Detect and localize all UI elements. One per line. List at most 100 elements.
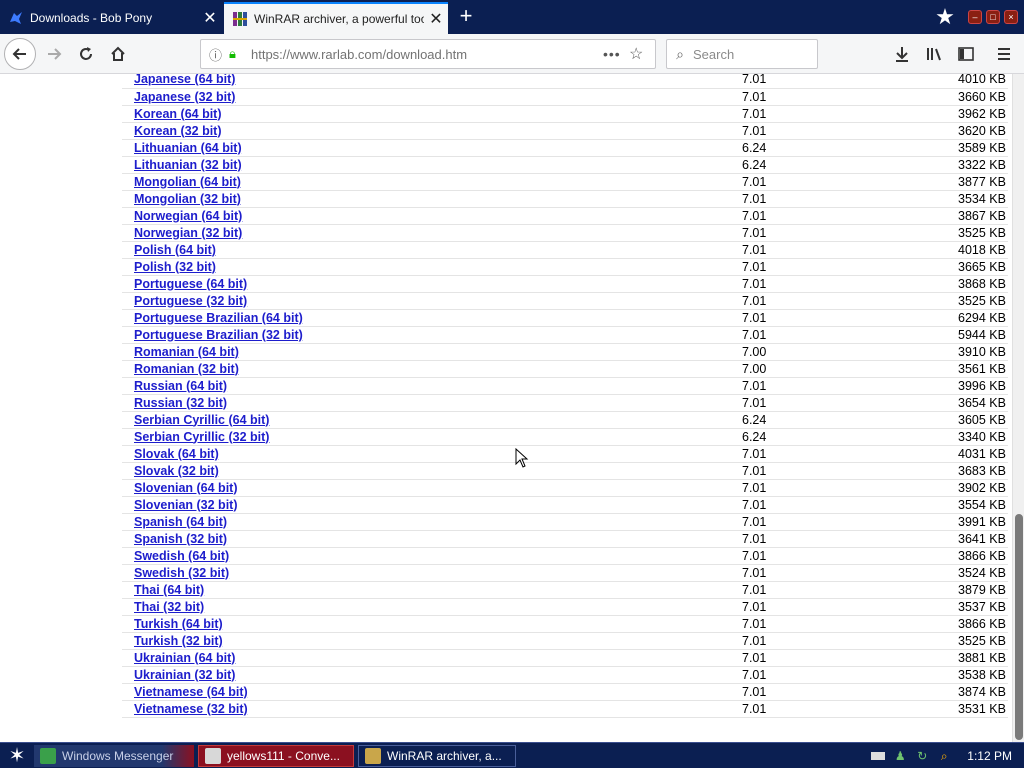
tab-downloads-bob-pony[interactable]: Downloads - Bob Pony ✕ <box>0 2 222 34</box>
search-bar[interactable]: ⌕ Search <box>666 39 818 69</box>
language-cell: Russian (64 bit) <box>122 377 682 395</box>
minimize-icon[interactable]: ‒ <box>968 10 982 24</box>
download-link[interactable]: Portuguese Brazilian (64 bit) <box>134 311 303 325</box>
info-icon[interactable]: ⓘ <box>209 45 229 64</box>
download-link[interactable]: Serbian Cyrillic (32 bit) <box>134 430 269 444</box>
sync-icon[interactable]: ↻ <box>915 749 929 763</box>
download-link[interactable]: Turkish (32 bit) <box>134 634 223 648</box>
download-link[interactable]: Vietnamese (64 bit) <box>134 685 248 699</box>
start-button[interactable]: ✶ <box>0 743 34 769</box>
download-link[interactable]: Lithuanian (32 bit) <box>134 158 242 172</box>
keyboard-icon[interactable] <box>871 751 886 760</box>
language-cell: Serbian Cyrillic (64 bit) <box>122 411 682 429</box>
download-link[interactable]: Mongolian (64 bit) <box>134 175 241 189</box>
search-icon: ⌕ <box>676 45 684 62</box>
mouse-cursor-icon <box>515 448 529 468</box>
language-cell: Swedish (32 bit) <box>122 564 682 582</box>
download-link[interactable]: Slovenian (64 bit) <box>134 481 238 495</box>
close-tab-icon[interactable]: ✕ <box>198 8 222 28</box>
home-button[interactable] <box>102 38 134 70</box>
size-cell: 3554 KB <box>842 496 1008 514</box>
size-cell: 3641 KB <box>842 530 1008 548</box>
version-cell: 7.01 <box>682 377 842 395</box>
close-window-icon[interactable]: × <box>1004 10 1018 24</box>
download-link[interactable]: Portuguese (32 bit) <box>134 294 247 308</box>
users-icon[interactable]: ♟ <box>893 749 907 763</box>
download-link[interactable]: Norwegian (32 bit) <box>134 226 242 240</box>
size-cell: 3660 KB <box>842 88 1008 106</box>
sidebar-button[interactable] <box>950 38 982 70</box>
version-cell: 6.24 <box>682 156 842 174</box>
download-link[interactable]: Polish (32 bit) <box>134 260 216 274</box>
download-link[interactable]: Slovak (64 bit) <box>134 447 219 461</box>
new-tab-button[interactable]: + <box>452 2 480 32</box>
download-link[interactable]: Ukrainian (64 bit) <box>134 651 235 665</box>
download-link[interactable]: Portuguese Brazilian (32 bit) <box>134 328 303 342</box>
version-cell: 7.01 <box>682 513 842 531</box>
download-link[interactable]: Polish (64 bit) <box>134 243 216 257</box>
download-link[interactable]: Korean (64 bit) <box>134 107 222 121</box>
library-button[interactable] <box>918 38 950 70</box>
language-cell: Swedish (64 bit) <box>122 547 682 565</box>
size-cell: 3991 KB <box>842 513 1008 531</box>
download-link[interactable]: Slovak (32 bit) <box>134 464 219 478</box>
download-link[interactable]: Slovenian (32 bit) <box>134 498 238 512</box>
close-tab-icon[interactable]: ✕ <box>424 9 448 29</box>
download-link[interactable]: Spanish (32 bit) <box>134 532 227 546</box>
table-row: Ukrainian (32 bit) 7.01 3538 KB <box>122 666 1008 684</box>
download-link[interactable]: Thai (64 bit) <box>134 583 204 597</box>
download-link[interactable]: Japanese (32 bit) <box>134 90 235 104</box>
taskbar-item-messenger[interactable]: Windows Messenger <box>34 744 194 767</box>
search-tray-icon[interactable]: ⌕ <box>937 749 951 763</box>
download-link[interactable]: Swedish (32 bit) <box>134 566 229 580</box>
chat-icon <box>205 747 221 764</box>
scrollbar-thumb[interactable] <box>1015 514 1023 740</box>
bookmark-star-icon[interactable]: ☆ <box>629 44 655 64</box>
vertical-scrollbar[interactable] <box>1012 74 1024 742</box>
url-bar[interactable]: ⓘ 🔒︎ https://www.rarlab.com/download.htm… <box>200 39 656 69</box>
back-button[interactable] <box>4 38 36 70</box>
download-link[interactable]: Mongolian (32 bit) <box>134 192 241 206</box>
download-link[interactable]: Turkish (64 bit) <box>134 617 223 631</box>
menu-button[interactable] <box>988 38 1020 70</box>
download-link[interactable]: Romanian (32 bit) <box>134 362 239 376</box>
download-link[interactable]: Vietnamese (32 bit) <box>134 702 248 716</box>
download-link[interactable]: Russian (32 bit) <box>134 396 227 410</box>
download-link[interactable]: Serbian Cyrillic (64 bit) <box>134 413 269 427</box>
size-cell: 3605 KB <box>842 411 1008 429</box>
version-cell: 7.01 <box>682 462 842 480</box>
size-cell: 3561 KB <box>842 360 1008 378</box>
download-link[interactable]: Russian (64 bit) <box>134 379 227 393</box>
tab-strip: Downloads - Bob Pony ✕ WinRAR archiver, … <box>0 0 1024 34</box>
size-cell: 3538 KB <box>842 666 1008 684</box>
taskbar-item-browser[interactable]: WinRAR archiver, a... <box>358 744 516 767</box>
page-actions-icon[interactable]: ••• <box>603 46 629 62</box>
version-cell: 7.01 <box>682 207 842 225</box>
version-cell: 7.01 <box>682 530 842 548</box>
tab-winrar[interactable]: WinRAR archiver, a powerful tool ✕ <box>224 2 448 34</box>
taskbar-item-label: Windows Messenger <box>62 748 174 763</box>
download-link[interactable]: Swedish (64 bit) <box>134 549 229 563</box>
language-cell: Polish (64 bit) <box>122 241 682 259</box>
forward-button[interactable] <box>38 38 70 70</box>
taskbar-item-conversation[interactable]: yellows111 - Conve... <box>198 744 354 767</box>
lock-icon[interactable]: 🔒︎ <box>229 46 247 62</box>
download-link[interactable]: Thai (32 bit) <box>134 600 204 614</box>
maximize-icon[interactable]: □ <box>986 10 1000 24</box>
download-link[interactable]: Romanian (64 bit) <box>134 345 239 359</box>
reload-button[interactable] <box>70 38 102 70</box>
download-link[interactable]: Ukrainian (32 bit) <box>134 668 235 682</box>
url-text[interactable]: https://www.rarlab.com/download.htm <box>247 47 603 62</box>
download-link[interactable]: Lithuanian (64 bit) <box>134 141 242 155</box>
downloads-button[interactable] <box>886 38 918 70</box>
download-link[interactable]: Portuguese (64 bit) <box>134 277 247 291</box>
version-cell: 7.01 <box>682 173 842 191</box>
download-link[interactable]: Korean (32 bit) <box>134 124 222 138</box>
download-link[interactable]: Norwegian (64 bit) <box>134 209 242 223</box>
download-link[interactable]: Japanese (64 bit) <box>134 74 235 86</box>
download-link[interactable]: Spanish (64 bit) <box>134 515 227 529</box>
size-cell: 3654 KB <box>842 394 1008 412</box>
language-cell: Thai (64 bit) <box>122 581 682 599</box>
size-cell: 3910 KB <box>842 343 1008 361</box>
search-placeholder[interactable]: Search <box>693 47 734 62</box>
